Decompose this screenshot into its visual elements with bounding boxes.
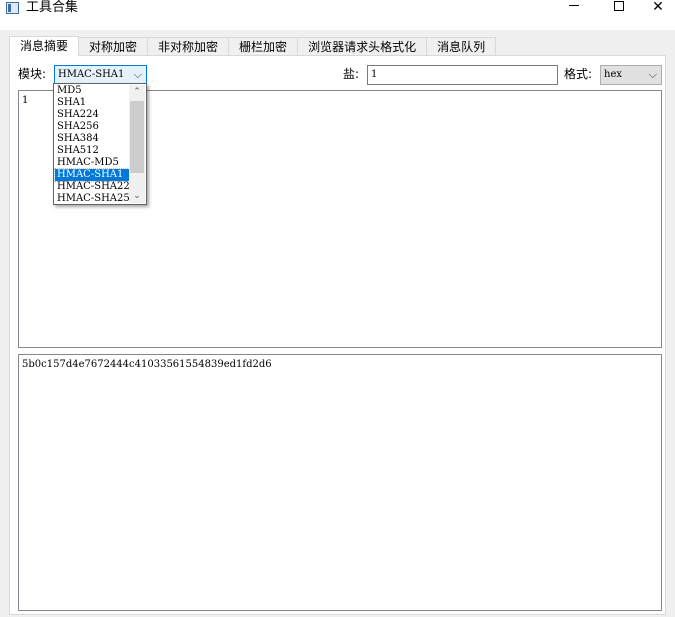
option-md5[interactable]: MD5 bbox=[55, 85, 129, 97]
tab-asymmetric[interactable]: 非对称加密 bbox=[147, 37, 230, 55]
option-sha256[interactable]: SHA256 bbox=[55, 121, 129, 133]
option-hmac-sha224[interactable]: HMAC-SHA224 bbox=[55, 181, 136, 193]
option-sha512[interactable]: SHA512 bbox=[55, 145, 129, 157]
tab-header-format[interactable]: 浏览器请求头格式化 bbox=[297, 37, 428, 55]
chevron-down-icon[interactable]: ⌄ bbox=[129, 189, 145, 203]
salt-input-value: 1 bbox=[371, 69, 378, 80]
chevron-down-icon: ⌵ bbox=[133, 68, 142, 81]
tab-bar: 消息摘要 对称加密 非对称加密 栅栏加密 浏览器请求头格式化 消息队列 bbox=[9, 36, 497, 56]
maximize-icon bbox=[614, 1, 624, 11]
maximize-button[interactable] bbox=[596, 0, 642, 16]
module-dropdown-list: MD5 SHA1 SHA224 SHA256 SHA384 SHA512 HMA… bbox=[53, 83, 147, 205]
chevron-down-icon: ⌵ bbox=[648, 68, 657, 81]
output-text: 5b0c157d4e7672444c41033561554839ed1fd2d6 bbox=[22, 359, 272, 370]
format-select-value: hex bbox=[604, 69, 622, 80]
tab-rail-fence[interactable]: 栅栏加密 bbox=[228, 37, 299, 55]
input-text: 1 bbox=[22, 95, 29, 106]
option-sha224[interactable]: SHA224 bbox=[55, 109, 129, 121]
format-select[interactable]: hex ⌵ bbox=[600, 65, 662, 85]
tab-message-digest[interactable]: 消息摘要 bbox=[9, 36, 80, 56]
option-sha384[interactable]: SHA384 bbox=[55, 133, 129, 145]
option-sha1[interactable]: SHA1 bbox=[55, 97, 129, 109]
option-hmac-sha1[interactable]: HMAC-SHA1 bbox=[54, 168, 130, 182]
option-hmac-md5[interactable]: HMAC-MD5 bbox=[55, 157, 129, 169]
module-label: 模块: bbox=[18, 67, 47, 81]
scrollbar-thumb[interactable] bbox=[130, 101, 144, 173]
close-icon: ✕ bbox=[652, 0, 664, 15]
minimize-button[interactable] bbox=[551, 0, 597, 16]
salt-label: 盐: bbox=[343, 67, 360, 81]
window-title: 工具合集 bbox=[26, 0, 79, 15]
title-bar: 工具合集 ✕ bbox=[0, 0, 675, 30]
module-select[interactable]: HMAC-SHA1 ⌵ bbox=[54, 65, 147, 85]
format-label: 格式: bbox=[564, 67, 593, 81]
output-textarea[interactable]: 5b0c157d4e7672444c41033561554839ed1fd2d6 bbox=[18, 354, 662, 611]
dropdown-scrollbar[interactable]: ⌃ ⌄ bbox=[129, 85, 145, 203]
tab-message-queue[interactable]: 消息队列 bbox=[426, 37, 497, 55]
tab-symmetric[interactable]: 对称加密 bbox=[78, 37, 149, 55]
salt-input[interactable]: 1 bbox=[367, 65, 558, 85]
minimize-icon bbox=[569, 4, 579, 6]
close-button[interactable]: ✕ bbox=[641, 0, 675, 16]
option-hmac-sha256[interactable]: HMAC-SHA256 bbox=[55, 193, 136, 204]
chevron-up-icon[interactable]: ⌃ bbox=[129, 85, 145, 99]
module-select-value: HMAC-SHA1 bbox=[58, 69, 125, 80]
client-area: 消息摘要 对称加密 非对称加密 栅栏加密 浏览器请求头格式化 消息队列 模块: … bbox=[0, 30, 675, 617]
app-icon bbox=[6, 2, 19, 14]
